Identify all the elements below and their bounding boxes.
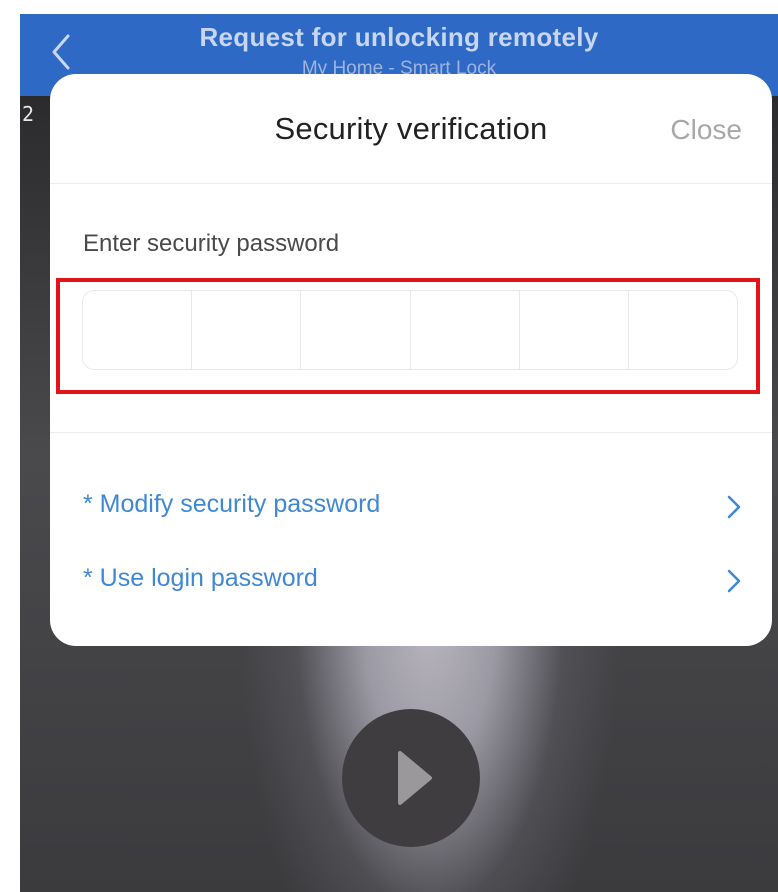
chevron-right-icon — [726, 568, 742, 599]
use-login-password-link[interactable]: * Use login password — [83, 560, 742, 600]
security-password-input[interactable] — [82, 290, 738, 370]
password-label: Enter security password — [83, 230, 340, 257]
play-icon — [398, 751, 432, 805]
close-button[interactable]: Close — [670, 114, 742, 146]
pin-digit-cell[interactable] — [192, 291, 302, 369]
modify-security-password-label: * Modify security password — [83, 490, 381, 518]
chevron-right-icon — [726, 494, 742, 525]
dialog-header: Security verification Close — [50, 74, 772, 184]
pin-digit-cell[interactable] — [629, 291, 737, 369]
pin-digit-cell[interactable] — [83, 291, 193, 369]
pin-digit-cell[interactable] — [411, 291, 520, 369]
dialog-title: Security verification — [274, 111, 548, 146]
use-login-password-label: * Use login password — [83, 564, 318, 592]
divider — [50, 432, 772, 433]
security-verification-dialog: Security verification Close Enter securi… — [50, 74, 772, 646]
app-screen: Request for unlocking remotely My Home -… — [20, 14, 778, 892]
video-timestamp: 2 — [22, 102, 35, 126]
pin-digit-cell[interactable] — [301, 291, 411, 369]
pin-digit-cell[interactable] — [520, 291, 629, 369]
page-title: Request for unlocking remotely — [199, 22, 599, 52]
modify-security-password-link[interactable]: * Modify security password — [83, 486, 742, 526]
play-button[interactable] — [342, 709, 480, 847]
